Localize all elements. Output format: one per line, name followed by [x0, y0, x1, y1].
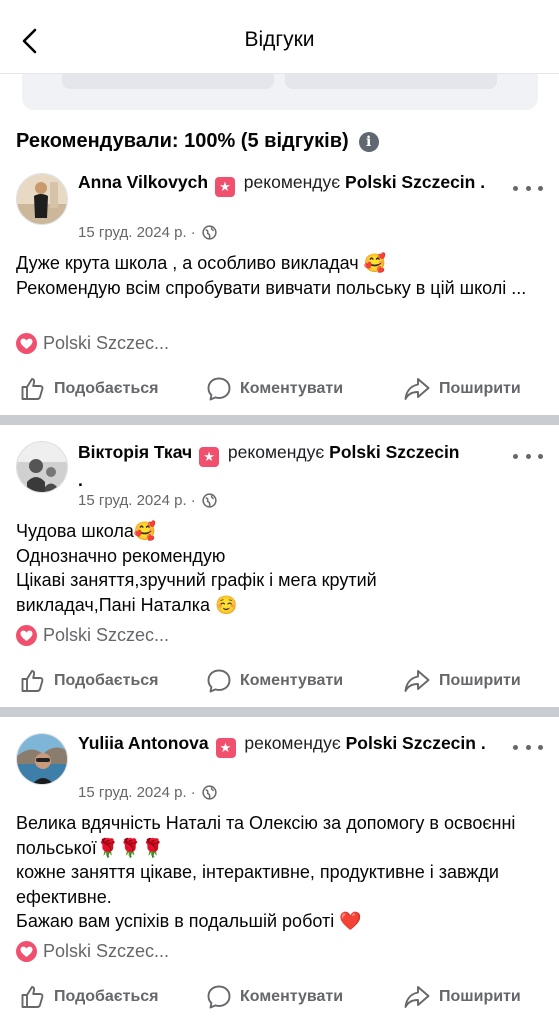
section-divider [0, 415, 559, 425]
comment-button[interactable]: Коментувати [206, 984, 343, 1010]
share-icon [404, 378, 430, 400]
comment-icon [207, 985, 231, 1009]
more-icon-dot [513, 185, 518, 191]
recommends-label: рекомендує [244, 733, 341, 753]
top-bar: Відгуки [0, 0, 559, 74]
share-label: Поширити [439, 672, 521, 689]
review-date: 15 груд. 2024 р. · [78, 492, 217, 509]
comment-label: Коментувати [240, 988, 344, 1005]
more-icon-dot [525, 744, 531, 750]
more-icon-dot [525, 185, 531, 191]
sentence-period: . [480, 733, 486, 753]
share-button[interactable]: Поширити [403, 376, 521, 402]
reviewer-name[interactable]: Вікторія Ткач [78, 442, 192, 462]
recommends-label: рекомендує [243, 172, 341, 192]
sentence-period: . [78, 470, 83, 490]
more-icon-dot [525, 453, 531, 459]
comment-label: Коментувати [240, 672, 344, 689]
tag-label: Polski Szczec... [43, 941, 170, 961]
like-button[interactable]: Подобається [20, 668, 159, 694]
heart-icon [16, 941, 37, 962]
more-icon-dot [513, 453, 518, 459]
date-text[interactable]: 15 груд. 2024 р. · [78, 224, 196, 241]
review-header: Anna Vilkovych ★ рекомендує Polski Szcze… [78, 169, 498, 197]
review-text: Велика вдячність Наталі та Олексію за до… [16, 813, 516, 931]
reviewer-name[interactable]: Yuliia Antonova [78, 733, 209, 753]
reviewer-name[interactable]: Anna Vilkovych [78, 172, 208, 192]
date-text[interactable]: 15 груд. 2024 р. · [78, 492, 196, 509]
review-text: Чудова школа🥰 Однозначно рекомендую Ціка… [16, 521, 377, 615]
share-button[interactable]: Поширити [403, 984, 521, 1010]
recommend-star-icon: ★ [199, 447, 220, 467]
like-button[interactable]: Подобається [20, 984, 159, 1010]
top-pill-right[interactable] [285, 74, 497, 89]
review-header: Yuliia Antonova ★ рекомендує Polski Szcz… [78, 730, 498, 758]
avatar[interactable] [16, 733, 68, 785]
comment-icon [207, 377, 231, 401]
more-icon-dot [538, 453, 543, 459]
avatar[interactable] [16, 173, 68, 225]
like-label: Подобається [54, 988, 159, 1005]
comment-icon [207, 669, 231, 693]
avatar[interactable] [16, 441, 68, 493]
globe-icon [202, 493, 217, 508]
top-pill-left[interactable] [62, 74, 274, 89]
summary-text: Рекомендували: 100% (5 відгуків) [16, 130, 349, 152]
tag-label: Polski Szczec... [43, 333, 170, 353]
recommend-star-icon: ★ [214, 177, 235, 197]
comment-button[interactable]: Коментувати [206, 376, 343, 402]
more-options-button[interactable] [513, 178, 543, 198]
action-bar: Подобається Коментувати Поширити [0, 376, 559, 406]
info-icon[interactable]: i [358, 131, 379, 152]
share-label: Поширити [439, 380, 521, 397]
more-icon-dot [538, 185, 543, 191]
recommend-star-icon: ★ [215, 738, 236, 758]
review-date: 15 груд. 2024 р. · [78, 224, 217, 241]
sentence-period: . [480, 172, 486, 192]
more-options-button[interactable] [513, 737, 543, 757]
review-text: Дуже крута школа , а особливо викладач 🥰… [16, 253, 527, 298]
globe-icon [202, 785, 217, 800]
thumbs-up-icon [21, 378, 44, 400]
page-name-link[interactable]: Polski Szczecin [346, 733, 476, 753]
like-label: Подобається [54, 672, 159, 689]
more-options-button[interactable] [513, 446, 543, 466]
action-bar: Подобається Коментувати Поширити [0, 984, 559, 1014]
page-tag[interactable]: Polski Szczec... [16, 941, 169, 962]
page-name-link[interactable]: Polski Szczecin [345, 172, 475, 192]
thumbs-up-icon [21, 986, 44, 1008]
page-tag[interactable]: Polski Szczec... [16, 625, 169, 646]
globe-icon [202, 225, 217, 240]
tag-label: Polski Szczec... [43, 625, 170, 645]
recommends-label: рекомендує [227, 442, 325, 462]
comment-label: Коментувати [240, 380, 344, 397]
recommendation-summary: Рекомендували: 100% (5 відгуків) i [16, 130, 379, 153]
action-bar: Подобається Коментувати Поширити [0, 668, 559, 698]
share-icon [404, 986, 430, 1008]
comment-button[interactable]: Коментувати [206, 668, 343, 694]
date-text[interactable]: 15 груд. 2024 р. · [78, 784, 196, 801]
review-header: Вікторія Ткач ★ рекомендує Polski Szczec… [78, 439, 518, 494]
page-tag[interactable]: Polski Szczec... [16, 333, 169, 354]
more-icon-dot [513, 744, 518, 750]
more-icon-dot [538, 744, 543, 750]
like-button[interactable]: Подобається [20, 376, 159, 402]
section-divider [0, 707, 559, 717]
review-date: 15 груд. 2024 р. · [78, 784, 217, 801]
share-button[interactable]: Поширити [403, 668, 521, 694]
page-name-link[interactable]: Polski Szczecin [329, 442, 459, 462]
share-label: Поширити [439, 988, 521, 1005]
page-title: Відгуки [244, 28, 315, 51]
heart-icon [16, 625, 37, 646]
heart-icon [16, 333, 37, 354]
thumbs-up-icon [21, 670, 44, 692]
share-icon [404, 670, 430, 692]
like-label: Подобається [54, 380, 159, 397]
